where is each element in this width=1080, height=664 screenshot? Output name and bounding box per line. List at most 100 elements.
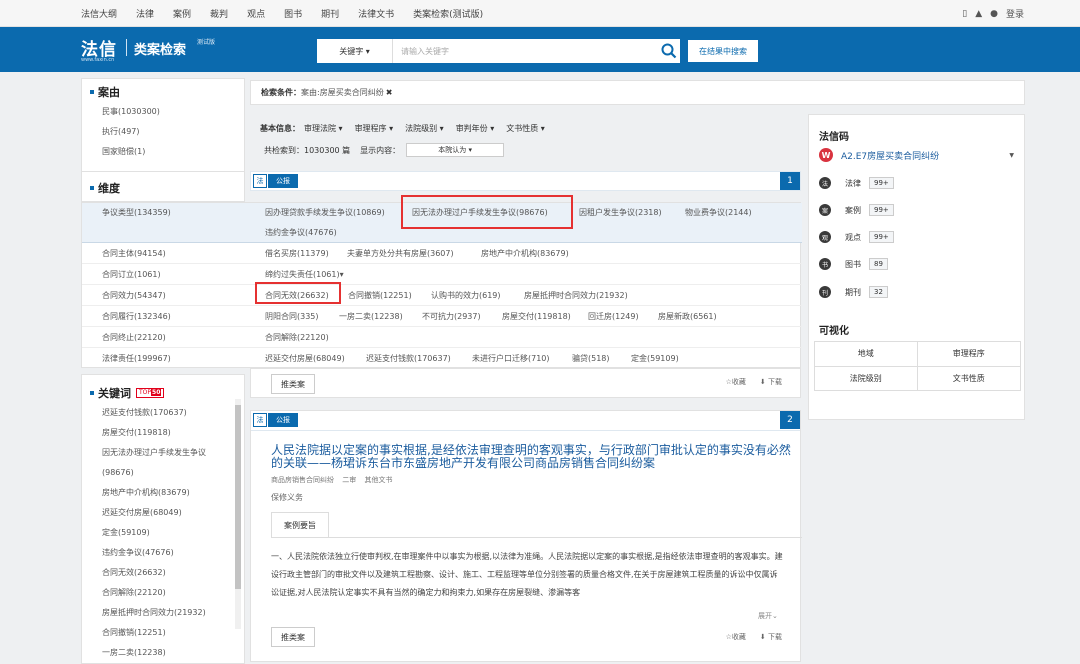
dim-value[interactable]: 回迁房(1249) bbox=[588, 311, 639, 322]
filter-procedure[interactable]: 审理程序 ▾ bbox=[355, 123, 394, 134]
dim-label[interactable]: 合同效力(54347) bbox=[102, 290, 166, 301]
dim-value[interactable]: 阴阳合同(335) bbox=[265, 311, 319, 322]
keyword-item[interactable]: 房屋抵押时合同效力(21932) bbox=[82, 603, 244, 623]
dim-value[interactable]: 缔约过失责任(1061)▾ bbox=[265, 269, 344, 280]
nav-legal-docs[interactable]: 法律文书 bbox=[358, 7, 394, 20]
keyword-item[interactable]: 违约金争议(47676) bbox=[82, 543, 244, 563]
keyword-item[interactable]: (98676) bbox=[82, 463, 244, 483]
dim-value[interactable]: 定金(59109) bbox=[631, 353, 679, 364]
search-type-dropdown[interactable]: 关键字 ▾ bbox=[317, 39, 393, 63]
dim-value[interactable]: 夫妻单方处分共有房屋(3607) bbox=[347, 248, 454, 259]
dim-value[interactable]: 一房二卖(12238) bbox=[339, 311, 403, 322]
expand-link[interactable]: 展开⌄ bbox=[758, 611, 778, 621]
nav-law[interactable]: 法律 bbox=[136, 7, 154, 20]
section-bullet bbox=[90, 391, 94, 395]
filter-court-level[interactable]: 法院级别 ▾ bbox=[405, 123, 444, 134]
dim-value[interactable]: 不可抗力(2937) bbox=[422, 311, 481, 322]
favorite-link[interactable]: ☆收藏 bbox=[726, 632, 746, 642]
dim-value[interactable]: 合同解除(22120) bbox=[265, 332, 329, 343]
keyword-item[interactable]: 一房二卖(12238) bbox=[82, 643, 244, 663]
keyword-item[interactable]: 定金(59109) bbox=[82, 523, 244, 543]
case-item-exec[interactable]: 执行(497) bbox=[82, 122, 244, 142]
nav-fxdg[interactable]: 法信大纲 bbox=[81, 7, 117, 20]
scrollbar-thumb[interactable] bbox=[235, 405, 241, 589]
dim-row-validity: 合同效力(54347) 合同无效(26632) 合同撤销(12251) 认购书的… bbox=[82, 285, 802, 306]
dim-value[interactable]: 迟延交付房屋(68049) bbox=[265, 353, 345, 364]
dim-value[interactable]: 违约金争议(47676) bbox=[265, 227, 337, 238]
filter-year[interactable]: 审判年份 ▾ bbox=[456, 123, 495, 134]
dim-value[interactable]: 未进行户口迁移(710) bbox=[472, 353, 550, 364]
case-item-compensation[interactable]: 国家赔偿(1) bbox=[82, 142, 244, 162]
dim-label[interactable]: 合同终止(22120) bbox=[102, 332, 166, 343]
keyword-item[interactable]: 房地产中介机构(83679) bbox=[82, 483, 244, 503]
dim-value[interactable]: 借名买房(11379) bbox=[265, 248, 329, 259]
nav-journals[interactable]: 期刊 bbox=[321, 7, 339, 20]
remove-condition-icon[interactable]: ✖ bbox=[386, 88, 393, 97]
dim-label[interactable]: 合同订立(1061) bbox=[102, 269, 161, 280]
dim-row-performance: 合同履行(132346) 阴阳合同(335) 一房二卖(12238) 不可抗力(… bbox=[82, 306, 802, 327]
keyword-item[interactable]: 因无法办理过户手续发生争议 bbox=[82, 443, 244, 463]
filter-line-total: 共检索到：1030300 篇 显示内容： 本院认为 ▾ bbox=[250, 140, 800, 160]
resource-row-law[interactable]: 法 法律 99+ bbox=[819, 177, 894, 189]
resource-row-viewpoint[interactable]: 观 观点 99+ bbox=[819, 231, 894, 243]
dim-value[interactable]: 认购书的效力(619) bbox=[431, 290, 501, 301]
filter-doc-nature[interactable]: 文书性质 ▾ bbox=[506, 123, 545, 134]
vis-doc-nature[interactable]: 文书性质 bbox=[918, 367, 1021, 391]
dim-label[interactable]: 法律责任(199967) bbox=[102, 353, 171, 364]
caret-down-icon[interactable]: ▼ bbox=[1009, 152, 1014, 159]
nav-similar-case[interactable]: 类案检索(测试版) bbox=[413, 7, 483, 20]
result-title-link[interactable]: 人民法院据以定案的事实根据,是经依法审理查明的客观事实，与行政部门审批认定的事实… bbox=[271, 444, 791, 470]
recommend-similar-button[interactable]: 推类案 bbox=[271, 627, 315, 647]
mobile-icon[interactable]: ▯ bbox=[962, 9, 967, 19]
search-input[interactable] bbox=[393, 40, 658, 62]
keyword-item[interactable]: 合同解除(22120) bbox=[82, 583, 244, 603]
dim-label[interactable]: 合同履行(132346) bbox=[102, 311, 171, 322]
favorite-link[interactable]: ☆收藏 bbox=[726, 377, 746, 387]
dim-value[interactable]: 物业费争议(2144) bbox=[685, 207, 752, 218]
dim-value[interactable]: 骗贷(518) bbox=[572, 353, 610, 364]
dim-value[interactable]: 房地产中介机构(83679) bbox=[481, 248, 569, 259]
dim-value[interactable]: 因租户发生争议(2318) bbox=[579, 207, 662, 218]
logo-test-label: 测试版 bbox=[197, 39, 216, 46]
case-item-civil[interactable]: 民事(1030300) bbox=[82, 102, 244, 122]
dim-label[interactable]: 争议类型(134359) bbox=[102, 207, 171, 218]
site-logo[interactable]: 法信 www.faxin.cn 类案检索 测试版 bbox=[81, 35, 215, 63]
dim-value[interactable]: 迟延支付钱款(170637) bbox=[366, 353, 451, 364]
nav-viewpoint[interactable]: 观点 bbox=[247, 7, 265, 20]
keyword-item[interactable]: 房屋交付(119818) bbox=[82, 423, 244, 443]
display-select[interactable]: 本院认为 ▾ bbox=[406, 143, 505, 157]
search-in-results-button[interactable]: 在结果中搜索 bbox=[687, 39, 759, 63]
dim-label[interactable]: 合同主体(94154) bbox=[102, 248, 166, 259]
dim-value[interactable]: 房屋交付(119818) bbox=[502, 311, 571, 322]
nav-books[interactable]: 图书 bbox=[284, 7, 302, 20]
dim-value[interactable]: 房屋新政(6561) bbox=[658, 311, 717, 322]
vis-region[interactable]: 地域 bbox=[815, 342, 918, 367]
tag-gazette: 公报 bbox=[268, 413, 298, 427]
resource-row-books[interactable]: 书 图书 89 bbox=[819, 258, 888, 270]
recommend-similar-button[interactable]: 推类案 bbox=[271, 374, 315, 394]
keyword-item[interactable]: 迟延支付钱款(170637) bbox=[82, 403, 244, 423]
search-button[interactable] bbox=[658, 40, 680, 62]
keyword-item[interactable]: 合同无效(26632) bbox=[82, 563, 244, 583]
download-link[interactable]: ⬇ 下载 bbox=[760, 632, 782, 642]
keyword-scrollbar[interactable] bbox=[235, 399, 241, 629]
vis-court-level[interactable]: 法院级别 bbox=[815, 366, 918, 390]
resource-row-journals[interactable]: 刊 期刊 32 bbox=[819, 286, 888, 298]
tab-divider bbox=[271, 537, 802, 538]
keyword-item[interactable]: 迟延交付房屋(68049) bbox=[82, 503, 244, 523]
vis-procedure[interactable]: 审理程序 bbox=[917, 342, 1020, 367]
faxin-code-select[interactable]: W A2.E7房屋买卖合同纠纷 bbox=[819, 148, 939, 162]
warning-icon[interactable]: ▲ bbox=[975, 9, 982, 19]
dim-value[interactable]: 因办理贷款手续发生争议(10869) bbox=[265, 207, 385, 218]
login-link[interactable]: 登录 bbox=[1006, 7, 1024, 20]
dim-value[interactable]: 合同撤销(12251) bbox=[348, 290, 412, 301]
dim-value[interactable]: 房屋抵押时合同效力(21932) bbox=[524, 290, 628, 301]
filter-court[interactable]: 审理法院 ▾ bbox=[304, 123, 343, 134]
keyword-item[interactable]: 合同撤销(12251) bbox=[82, 623, 244, 643]
nav-case[interactable]: 案例 bbox=[173, 7, 191, 20]
resource-row-case[interactable]: 案 案例 99+ bbox=[819, 204, 894, 216]
dim-panel: 维度 bbox=[81, 172, 245, 202]
nav-judgment[interactable]: 裁判 bbox=[210, 7, 228, 20]
download-link[interactable]: ⬇ 下载 bbox=[760, 377, 782, 387]
tab-case-gist[interactable]: 案例要旨 bbox=[271, 512, 329, 538]
